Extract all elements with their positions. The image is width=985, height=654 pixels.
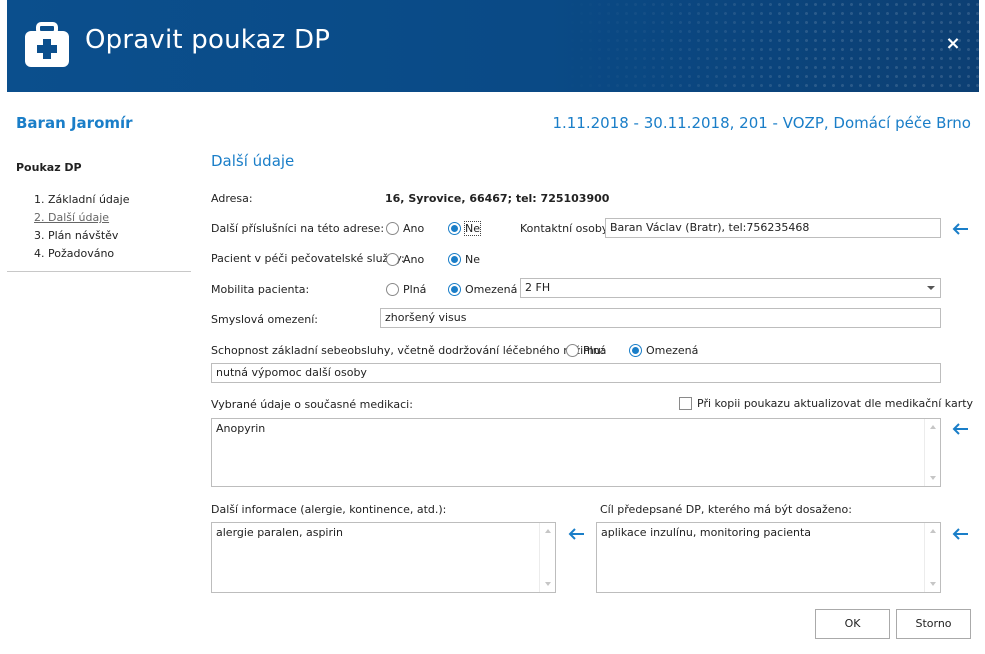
contacts-input[interactable]: Baran Václav (Bratr), tel:756235468 xyxy=(605,218,941,238)
goal-label: Cíl předepsané DP, kterého má být dosaže… xyxy=(600,503,852,516)
dialog-title: Opravit poukaz DP xyxy=(85,25,331,55)
ok-button[interactable]: OK xyxy=(815,609,890,639)
checkbox-box xyxy=(679,397,692,410)
mobility-limited-radio[interactable]: Omezená xyxy=(448,283,517,296)
scroll-up-icon[interactable] xyxy=(545,529,551,533)
sidebar-item-visit-plan[interactable]: 3. Plán návštěv xyxy=(34,227,129,245)
arrow-left-icon[interactable] xyxy=(567,527,585,541)
other-members-yes-radio[interactable]: Ano xyxy=(386,222,424,235)
update-medication-checkbox[interactable]: Při kopii poukazu aktualizovat dle medik… xyxy=(679,397,973,410)
radio-label: Ano xyxy=(403,253,425,266)
select-value: 2 FH xyxy=(525,281,551,294)
patient-name: Baran Jaromír xyxy=(16,114,133,132)
mobility-full-radio[interactable]: Plná xyxy=(386,283,426,296)
scrollbar[interactable] xyxy=(924,419,940,486)
mobility-detail-select[interactable]: 2 FH xyxy=(520,278,941,298)
goal-textarea[interactable]: aplikace inzulínu, monitoring pacienta xyxy=(596,522,941,593)
radio-circle-selected xyxy=(448,253,461,266)
chevron-down-icon xyxy=(927,286,935,290)
care-service-yes-radio[interactable]: Ano xyxy=(386,253,424,266)
section-title: Další údaje xyxy=(211,152,295,170)
care-service-no-radio[interactable]: Ne xyxy=(448,253,480,266)
self-care-limited-radio[interactable]: Omezená xyxy=(629,344,698,357)
radio-label: Omezená xyxy=(646,344,699,357)
sidebar-title: Poukaz DP xyxy=(16,161,82,174)
sidebar-item-basic-info[interactable]: 1. Základní údaje xyxy=(34,191,129,209)
sidebar-item-requested[interactable]: 4. Požadováno xyxy=(34,245,129,263)
scrollbar[interactable] xyxy=(539,523,555,592)
radio-label: Ne xyxy=(464,221,481,236)
radio-circle-selected xyxy=(448,222,461,235)
scroll-up-icon[interactable] xyxy=(930,425,936,429)
sidebar-divider xyxy=(7,271,191,272)
sidebar-item-additional-info[interactable]: 2. Další údaje xyxy=(34,209,129,227)
dialog-header: Opravit poukaz DP × xyxy=(7,0,979,92)
arrow-left-icon[interactable] xyxy=(951,527,969,541)
radio-label: Ano xyxy=(403,222,425,235)
medication-label: Vybrané údaje o současné medikaci: xyxy=(211,398,413,411)
cancel-button[interactable]: Storno xyxy=(896,609,971,639)
radio-circle-selected xyxy=(629,344,642,357)
radio-circle xyxy=(566,344,579,357)
arrow-left-icon[interactable] xyxy=(951,422,969,436)
scrollbar[interactable] xyxy=(924,523,940,592)
address-label: Adresa: xyxy=(211,192,253,205)
radio-circle xyxy=(386,283,399,296)
radio-circle xyxy=(386,222,399,235)
radio-label: Omezená xyxy=(465,283,518,296)
scroll-down-icon[interactable] xyxy=(930,476,936,480)
self-care-full-radio[interactable]: Plná xyxy=(566,344,606,357)
radio-label: Ne xyxy=(465,253,480,266)
care-service-label: Pacient v péči pečovatelské služby: xyxy=(211,252,405,265)
other-members-no-radio[interactable]: Ne xyxy=(448,221,481,236)
sidebar-nav: 1. Základní údaje 2. Další údaje 3. Plán… xyxy=(34,191,129,263)
sensory-label: Smyslová omezení: xyxy=(211,313,318,326)
other-members-label: Další příslušníci na této adrese: xyxy=(211,222,385,235)
self-care-label: Schopnost základní sebeobsluhy, včetně d… xyxy=(211,344,605,357)
scroll-down-icon[interactable] xyxy=(545,582,551,586)
arrow-left-icon[interactable] xyxy=(951,222,969,236)
radio-label: Plná xyxy=(583,344,607,357)
header-pattern xyxy=(559,0,979,92)
textarea-value: alergie paralen, aspirin xyxy=(216,526,344,539)
radio-circle-selected xyxy=(448,283,461,296)
other-info-textarea[interactable]: alergie paralen, aspirin xyxy=(211,522,556,593)
sensory-input[interactable]: zhoršený visus xyxy=(380,308,941,328)
self-care-input[interactable]: nutná výpomoc další osoby xyxy=(211,363,941,383)
other-info-label: Další informace (alergie, kontinence, at… xyxy=(211,503,447,516)
textarea-value: aplikace inzulínu, monitoring pacienta xyxy=(601,526,812,539)
period-info: 1.11.2018 - 30.11.2018, 201 - VOZP, Domá… xyxy=(552,114,971,132)
textarea-value: Anopyrin xyxy=(216,422,266,435)
medication-textarea[interactable]: Anopyrin xyxy=(211,418,941,487)
checkbox-label: Při kopii poukazu aktualizovat dle medik… xyxy=(697,397,974,410)
mobility-label: Mobilita pacienta: xyxy=(211,283,310,296)
radio-label: Plná xyxy=(403,283,427,296)
close-icon[interactable]: × xyxy=(944,33,962,55)
address-value: 16, Syrovice, 66467; tel: 725103900 xyxy=(385,192,610,205)
scroll-down-icon[interactable] xyxy=(930,582,936,586)
first-aid-kit-icon xyxy=(25,22,69,67)
radio-circle xyxy=(386,253,399,266)
contacts-label: Kontaktní osoby: xyxy=(520,222,612,235)
scroll-up-icon[interactable] xyxy=(930,529,936,533)
